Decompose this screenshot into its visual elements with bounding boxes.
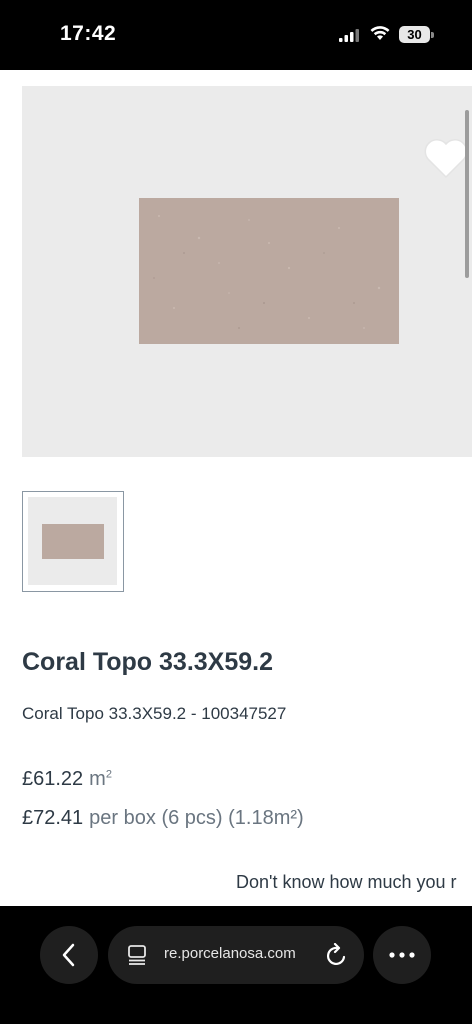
- more-dots-icon: [389, 952, 415, 958]
- unit-superscript: 2: [105, 768, 112, 781]
- product-code: Coral Topo 33.3X59.2 - 100347527: [22, 704, 287, 723]
- battery-tip: [431, 32, 434, 38]
- more-options-button[interactable]: [373, 926, 431, 984]
- browser-toolbar: re.porcelanosa.com: [0, 906, 472, 1024]
- tile-image: [139, 198, 399, 344]
- price-per-box-unit: per box (6 pcs) (1.18m²): [89, 807, 304, 829]
- status-bar: 17:42 30: [0, 0, 472, 70]
- price-per-box-amount: £72.41: [22, 807, 84, 829]
- quantity-calculator-link[interactable]: Don't know how much you r: [236, 872, 457, 893]
- price-per-box: £72.41 per box (6 pcs) (1.18m²): [22, 807, 304, 830]
- unit-label: m: [89, 768, 106, 790]
- price-per-m2: £61.22 m2: [22, 768, 112, 791]
- price-per-m2-amount: £61.22: [22, 768, 84, 790]
- product-title: Coral Topo 33.3X59.2: [22, 648, 274, 676]
- favorite-heart-icon[interactable]: [422, 135, 470, 179]
- scrollbar[interactable]: [465, 110, 469, 278]
- product-page: Coral Topo 33.3X59.2 Coral Topo 33.3X59.…: [0, 70, 472, 906]
- chevron-left-icon: [62, 943, 75, 967]
- back-button[interactable]: [40, 926, 98, 984]
- product-main-image[interactable]: [22, 86, 472, 457]
- battery-indicator: 30: [399, 26, 430, 43]
- cellular-signal-icon: [339, 29, 359, 42]
- tile-texture: [153, 215, 381, 329]
- thumbnail-tile: [42, 524, 104, 559]
- page-menu-icon: [128, 945, 146, 965]
- url-text: re.porcelanosa.com: [164, 945, 296, 962]
- status-time: 17:42: [60, 22, 117, 45]
- address-bar[interactable]: re.porcelanosa.com: [108, 926, 364, 984]
- reload-icon[interactable]: [326, 943, 348, 967]
- wifi-icon: [370, 26, 390, 40]
- product-thumbnail[interactable]: [22, 491, 124, 592]
- price-per-m2-unit: m2: [89, 768, 112, 790]
- thumbnail-background: [28, 497, 117, 585]
